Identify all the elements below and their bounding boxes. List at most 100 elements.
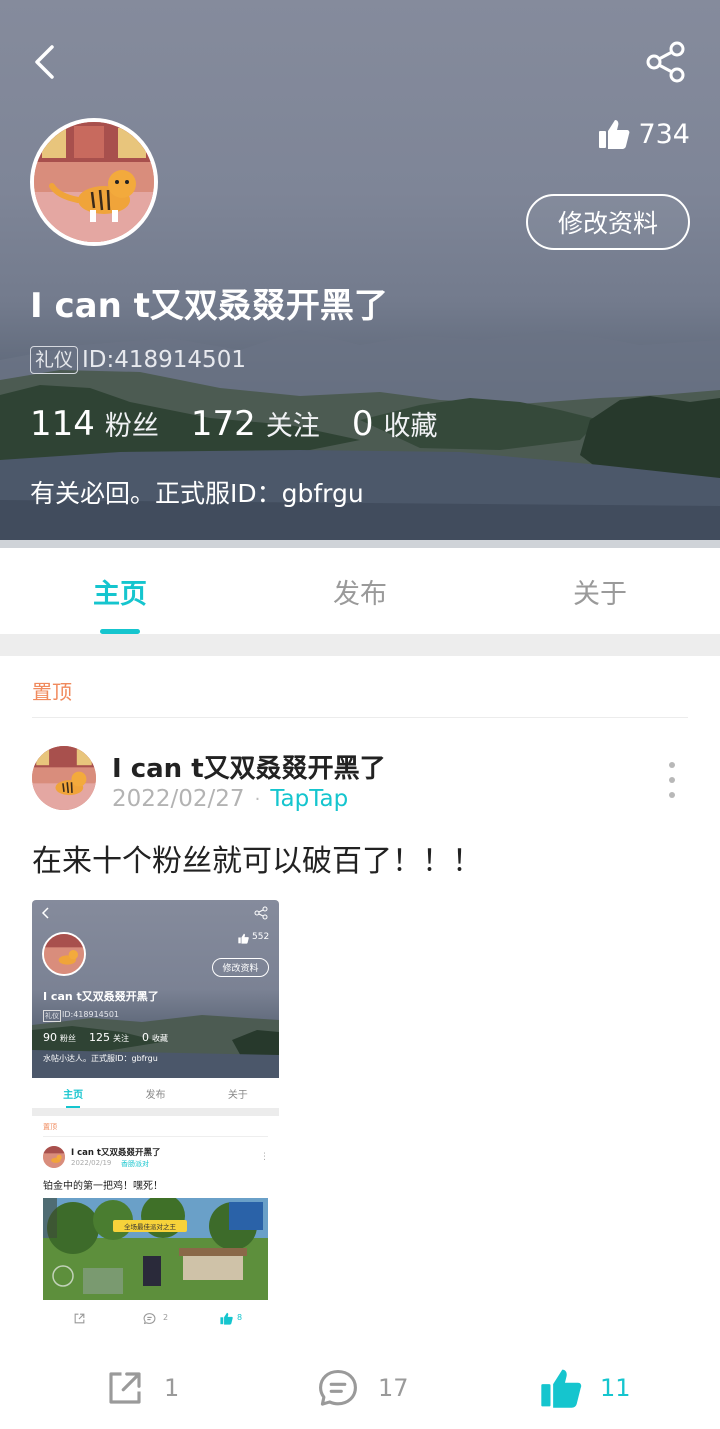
embedded-pinned-label: 置顶 (43, 1123, 57, 1131)
profile-username: I can t又双叒叕开黑了 (30, 286, 388, 326)
stat-favorites-value: 0 (351, 404, 374, 444)
embedded-like-count-post: 8 (237, 1313, 243, 1322)
embedded-thumbs-up-icon (238, 933, 249, 944)
like-button[interactable]: 11 (540, 1360, 631, 1416)
embedded-avatar (42, 932, 86, 976)
post-author-avatar[interactable] (32, 746, 96, 810)
profile-header: 734 修改资料 I can t又双叒叕开黑了 礼仪 ID:418914501 … (0, 0, 720, 548)
profile-id-row: 礼仪 ID:418914501 (30, 346, 246, 374)
embedded-post-text: 铂金中的第一把鸡！嘿死！ (43, 1181, 163, 1192)
tiger-avatar-image (44, 934, 84, 974)
share-button[interactable] (640, 38, 692, 86)
embedded-stat-followers-value: 90 (43, 1031, 57, 1044)
embedded-back-icon (41, 907, 49, 919)
profile-avatar[interactable] (30, 118, 158, 246)
post-author-name[interactable]: I can t又双叒叕开黑了 (112, 748, 386, 785)
embedded-tabs: 主页 发布 关于 (32, 1078, 279, 1108)
game-scene-image (43, 1198, 268, 1300)
back-button[interactable] (20, 38, 68, 86)
profile-tabs: 主页 发布 关于 (0, 548, 720, 634)
stat-followers-label: 粉丝 (104, 411, 159, 442)
stat-following-value: 172 (190, 404, 256, 444)
embedded-profile-header: 552 修改资料 I can t又双叒叕开黑了 礼仪 ID:418914501 … (32, 900, 279, 1078)
comment-icon (319, 1369, 357, 1406)
tiger-avatar-image (43, 1146, 65, 1168)
share-external-icon (109, 1372, 141, 1404)
embedded-post-author: I can t又双叒叕开黑了 (71, 1148, 161, 1158)
embedded-like-count: 552 (252, 932, 270, 942)
tab-home[interactable]: 主页 (0, 548, 240, 634)
embedded-post-avatar (43, 1146, 65, 1168)
stat-followers[interactable]: 114 粉丝 (30, 404, 159, 444)
tab-about[interactable]: 关于 (480, 548, 720, 634)
pinned-label: 置顶 (32, 680, 72, 704)
post-date: 2022/02/27 (112, 786, 245, 812)
profile-id-text: ID:418914501 (82, 347, 246, 373)
embedded-thumbs-up-icon (220, 1312, 233, 1325)
embedded-username: I can t又双叒叕开黑了 (43, 990, 159, 1003)
stat-favorites[interactable]: 0 收藏 (352, 404, 438, 444)
embedded-share-icon (254, 906, 268, 920)
tiger-avatar-image (34, 122, 154, 242)
more-dot-icon (669, 777, 675, 783)
embedded-stat-following-label: 关注 (113, 1034, 129, 1043)
embedded-post-date: 2022/02/19 (71, 1159, 112, 1167)
post-body-text[interactable]: 在来十个粉丝就可以破百了！！！ (32, 836, 482, 880)
like-count-text: 734 (638, 118, 690, 150)
embedded-tab-home: 主页 (32, 1078, 114, 1108)
embedded-id-badge: 礼仪 (43, 1010, 61, 1022)
header-divider (0, 540, 720, 548)
embedded-game-screenshot: 全场最佳派对之王 (43, 1198, 268, 1300)
share-icon (646, 41, 685, 83)
profile-bio: 有关必回。正式服ID：gbfrgu (30, 479, 364, 508)
stat-following-label: 关注 (265, 411, 320, 442)
profile-like-count[interactable]: 734 (598, 118, 690, 150)
share-post-button[interactable]: 1 (104, 1360, 179, 1416)
back-arrow-icon (35, 45, 54, 79)
post-image[interactable]: 552 修改资料 I can t又双叒叕开黑了 礼仪 ID:418914501 … (32, 900, 279, 1338)
tab-posts[interactable]: 发布 (240, 548, 480, 634)
stat-favorites-label: 收藏 (383, 411, 438, 442)
embedded-comment-icon (143, 1313, 156, 1325)
embedded-pinned-divider (43, 1136, 268, 1137)
embedded-edit-button: 修改资料 (212, 958, 269, 977)
embedded-bio: 水帖小达人。正式服ID：gbfrgu (43, 1054, 158, 1063)
profile-stats: 114 粉丝 172 关注 0 收藏 (30, 404, 469, 444)
embedded-stat-followers-label: 粉丝 (60, 1034, 76, 1043)
game-banner-text: 全场最佳派对之王 (124, 1223, 176, 1231)
embedded-divider (32, 1108, 279, 1116)
post-meta: 2022/02/27 · TapTap (112, 786, 348, 812)
meta-separator: · (254, 788, 261, 810)
tiger-avatar-image (32, 746, 96, 810)
comment-count: 17 (378, 1374, 409, 1402)
like-count: 11 (600, 1374, 631, 1402)
embedded-id-text: ID:418914501 (62, 1010, 120, 1019)
share-count: 1 (164, 1374, 180, 1402)
embedded-more-icon: ⋮ (260, 1152, 269, 1162)
embedded-stat-favorites-value: 0 (142, 1031, 149, 1044)
edit-profile-button[interactable]: 修改资料 (526, 194, 690, 250)
embedded-stat-favorites-label: 收藏 (152, 1034, 168, 1043)
etiquette-badge[interactable]: 礼仪 (30, 346, 79, 374)
embedded-tab-posts: 发布 (145, 1089, 166, 1101)
more-dot-icon (669, 762, 675, 768)
embedded-share-icon (74, 1313, 85, 1324)
thumbs-up-icon (599, 120, 630, 149)
section-divider (0, 634, 720, 656)
post-actions: 1 17 11 (0, 1360, 720, 1416)
embedded-comment-count: 2 (163, 1313, 169, 1322)
embedded-post-actions: 2 8 (32, 1308, 279, 1330)
embedded-post-source: 香肠派对 (121, 1160, 149, 1168)
more-dot-icon (669, 792, 675, 798)
stat-following[interactable]: 172 关注 (191, 404, 320, 444)
header-background-landscape (0, 330, 720, 548)
comment-button[interactable]: 17 (316, 1360, 409, 1416)
post-source[interactable]: TapTap (270, 786, 348, 812)
embedded-tab-about: 关于 (227, 1089, 248, 1101)
stat-followers-value: 114 (30, 404, 95, 444)
game-banner-badge: 全场最佳派对之王 (113, 1220, 187, 1232)
thumbs-up-icon (541, 1369, 582, 1408)
pinned-divider (32, 717, 688, 718)
more-options-button[interactable] (660, 762, 684, 798)
embedded-stat-following-value: 125 (89, 1031, 110, 1044)
